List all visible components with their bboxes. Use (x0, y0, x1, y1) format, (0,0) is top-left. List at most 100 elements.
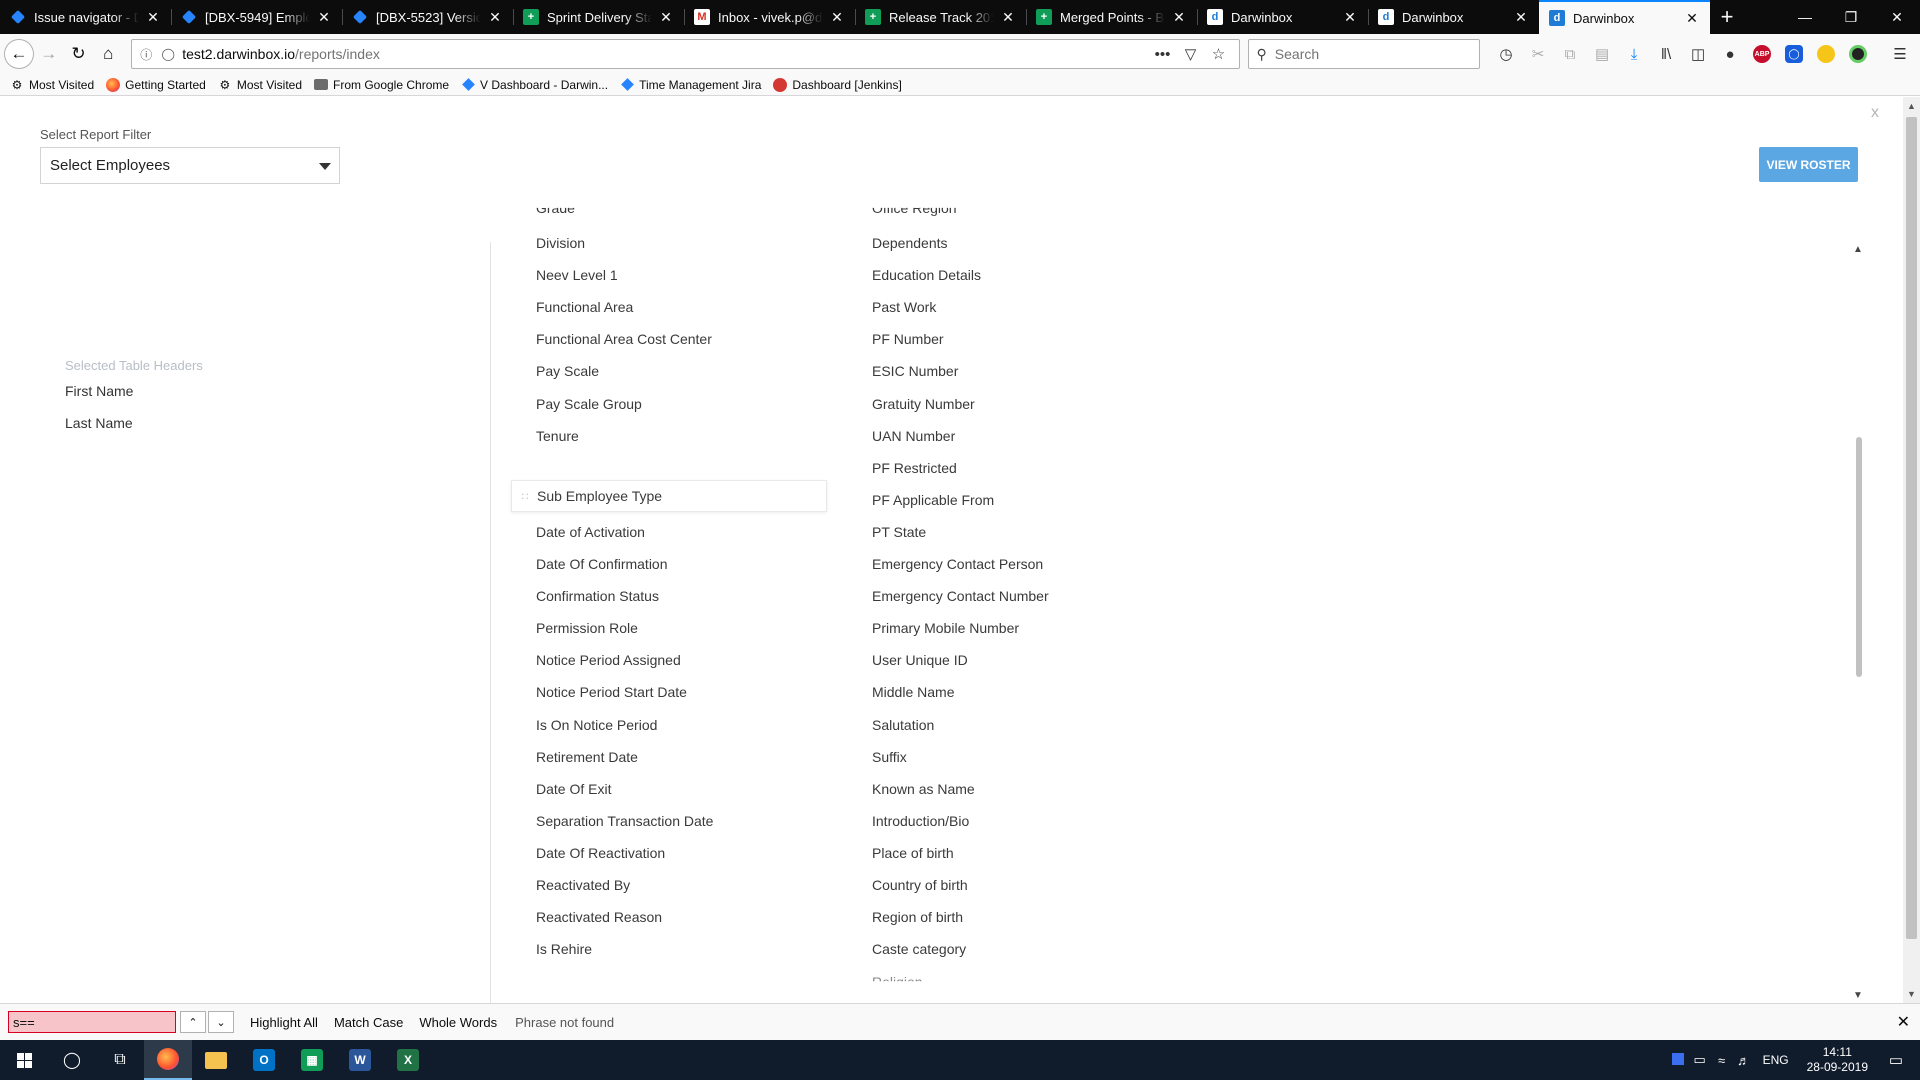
field-item[interactable]: Notice Period Start Date (536, 684, 687, 700)
fields-scrollbar[interactable]: ▲ ▼ (1851, 242, 1865, 1003)
view-roster-button[interactable]: VIEW ROSTER (1759, 147, 1858, 182)
bookmark-item[interactable]: Dashboard [Jenkins] (773, 77, 902, 92)
field-item[interactable]: Emergency Contact Person (872, 556, 1043, 572)
field-item[interactable]: Introduction/Bio (872, 813, 969, 829)
field-item[interactable]: UAN Number (872, 428, 955, 444)
field-item[interactable]: Known as Name (872, 781, 975, 797)
url-bar[interactable]: ⓘ ◯ test2.darwinbox.io/reports/index •••… (131, 39, 1240, 69)
extension-dark-icon[interactable] (1842, 39, 1874, 69)
page-scroll-down-icon[interactable]: ▼ (1903, 989, 1920, 999)
paste-icon[interactable]: ▤ (1586, 39, 1618, 69)
field-item[interactable]: Place of birth (872, 845, 954, 861)
field-item[interactable]: Caste category (872, 941, 966, 957)
browser-tab[interactable]: [DBX-5523] Versioning ✕ (342, 0, 513, 34)
tab-close-icon[interactable]: ✕ (1000, 9, 1016, 26)
bookmark-item[interactable]: From Google Chrome (314, 78, 449, 92)
pocket-icon[interactable]: ▽ (1177, 45, 1205, 63)
field-item[interactable]: Retirement Date (536, 749, 638, 765)
forward-button[interactable]: → (34, 39, 64, 69)
field-item[interactable]: Emergency Contact Number (872, 588, 1049, 604)
field-item[interactable]: Is On Notice Period (536, 717, 657, 733)
browser-tab[interactable]: [DBX-5949] Employee ✕ (171, 0, 342, 34)
field-item[interactable]: PT State (872, 524, 926, 540)
whole-words-toggle[interactable]: Whole Words (419, 1015, 497, 1030)
browser-tab[interactable]: + Sprint Delivery Status ✕ (513, 0, 684, 34)
account-icon[interactable]: ● (1714, 39, 1746, 69)
battery-icon[interactable]: ▭ (1689, 1052, 1711, 1068)
field-item[interactable]: Tenure (536, 428, 579, 444)
field-item[interactable]: Gratuity Number (872, 396, 975, 412)
scroll-up-icon[interactable]: ▲ (1851, 244, 1865, 255)
field-item[interactable]: Pay Scale (536, 363, 599, 379)
url-text[interactable]: test2.darwinbox.io/reports/index (182, 46, 1148, 62)
field-item[interactable]: PF Number (872, 331, 944, 347)
find-next-button[interactable]: ⌄ (208, 1011, 234, 1033)
page-scrollbar-thumb[interactable] (1906, 117, 1917, 939)
field-item[interactable]: Reactivated Reason (536, 909, 662, 925)
tab-close-icon[interactable]: ✕ (145, 9, 161, 26)
page-actions-icon[interactable]: ••• (1149, 46, 1177, 63)
home-button[interactable]: ⌂ (93, 39, 123, 69)
tab-close-icon[interactable]: ✕ (829, 9, 845, 26)
reload-button[interactable]: ↻ (64, 39, 94, 69)
search-bar[interactable]: ⚲ Search (1247, 39, 1481, 69)
bookmark-item[interactable]: Time Management Jira (620, 78, 761, 92)
taskbar-outlook[interactable]: O (240, 1040, 288, 1080)
info-icon[interactable]: ⓘ (138, 46, 154, 63)
browser-tab[interactable]: d Darwinbox ✕ (1539, 0, 1710, 34)
tracking-shield-icon[interactable]: ◯ (160, 47, 176, 61)
taskbar-word[interactable]: W (336, 1040, 384, 1080)
field-item[interactable]: Suffix (872, 749, 907, 765)
field-item[interactable]: Office Region (872, 208, 957, 216)
fields-scrollbar-thumb[interactable] (1856, 437, 1862, 677)
tab-close-icon[interactable]: ✕ (1171, 9, 1187, 26)
scroll-down-icon[interactable]: ▼ (1851, 990, 1865, 1001)
field-item[interactable]: Reactivated By (536, 877, 630, 893)
tab-close-icon[interactable]: ✕ (1684, 10, 1700, 27)
bookmark-item[interactable]: Getting Started (106, 77, 206, 92)
volume-icon[interactable]: ♬ (1733, 1053, 1755, 1068)
browser-tab[interactable]: d Darwinbox ✕ (1197, 0, 1368, 34)
tray-app-icon[interactable] (1667, 1052, 1689, 1068)
dragging-field-item[interactable]: ∷ Sub Employee Type (511, 480, 827, 512)
tab-close-icon[interactable]: ✕ (658, 9, 674, 26)
browser-tab[interactable]: M Inbox - vivek.p@darwinbox ✕ (684, 0, 855, 34)
find-input[interactable]: s== (8, 1011, 176, 1033)
copy-icon[interactable]: ⧉ (1554, 39, 1586, 69)
task-view-icon[interactable]: ⧉ (96, 1040, 144, 1080)
back-button[interactable]: ← (4, 39, 34, 69)
history-icon[interactable]: ◷ (1490, 39, 1522, 69)
close-icon[interactable]: x (1871, 104, 1879, 122)
report-filter-select[interactable]: Select Employees (40, 147, 340, 184)
field-item[interactable]: Confirmation Status (536, 588, 659, 604)
minimize-button[interactable]: — (1782, 0, 1828, 34)
field-item[interactable]: Past Work (872, 299, 936, 315)
field-item[interactable]: Country of birth (872, 877, 968, 893)
sidebar-icon[interactable]: ◫ (1682, 39, 1714, 69)
field-item[interactable]: Functional Area (536, 299, 633, 315)
field-item[interactable]: Neev Level 1 (536, 267, 618, 283)
library-icon[interactable]: ‖\ (1650, 39, 1682, 69)
field-item[interactable]: Is Rehire (536, 941, 592, 957)
browser-tab[interactable]: + Release Track 2019 - ✕ (855, 0, 1026, 34)
field-item[interactable]: Pay Scale Group (536, 396, 642, 412)
field-item[interactable]: PF Applicable From (872, 492, 994, 508)
field-item[interactable]: Division (536, 235, 585, 251)
menu-icon[interactable]: ☰ (1884, 39, 1916, 69)
cortana-search-icon[interactable]: ◯ (48, 1040, 96, 1080)
restore-button[interactable]: ❐ (1828, 0, 1874, 34)
field-item[interactable]: Functional Area Cost Center (536, 331, 712, 347)
field-item[interactable]: Region of birth (872, 909, 963, 925)
field-item[interactable]: Education Details (872, 267, 981, 283)
taskbar-file-explorer[interactable] (192, 1040, 240, 1080)
new-tab-button[interactable]: + (1710, 0, 1744, 34)
highlight-all-toggle[interactable]: Highlight All (250, 1015, 318, 1030)
page-scrollbar[interactable]: ▲ ▼ (1903, 97, 1920, 1003)
field-item[interactable]: Grade (536, 208, 575, 216)
language-indicator[interactable]: ENG (1763, 1053, 1789, 1067)
field-item[interactable]: Notice Period Assigned (536, 652, 681, 668)
taskbar-sheets[interactable]: ▦ (288, 1040, 336, 1080)
wifi-icon[interactable]: ≈ (1711, 1053, 1733, 1068)
password-manager-icon[interactable]: ◯ (1778, 39, 1810, 69)
find-previous-button[interactable]: ⌃ (180, 1011, 206, 1033)
